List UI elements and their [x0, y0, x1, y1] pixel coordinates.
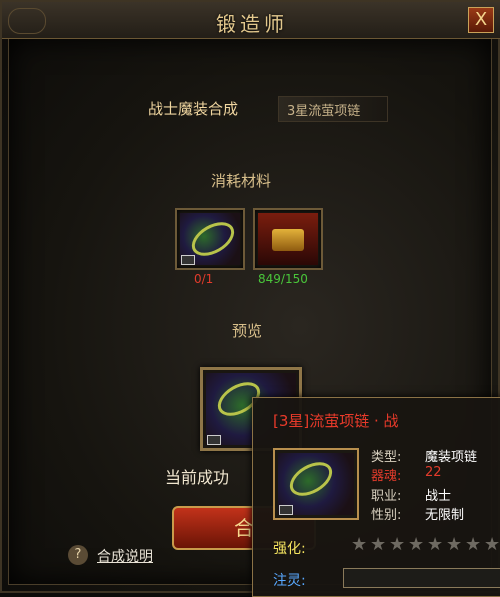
type-value: 魔装项链	[425, 450, 478, 465]
lock-icon	[181, 255, 195, 265]
gender-value: 无限制	[425, 508, 465, 523]
strengthen-star-icon: ★	[389, 534, 406, 555]
strengthen-star-icon: ★	[427, 534, 444, 555]
class-label: 职业:	[371, 489, 402, 504]
lock-icon	[279, 505, 293, 515]
strengthen-star-icon: ★	[370, 534, 387, 555]
material-count-2: 849/150	[258, 272, 308, 286]
gender-label: 性别:	[371, 508, 402, 523]
strengthen-star-icon: ★	[465, 534, 482, 555]
synthesis-label: 战士魔装合成	[148, 100, 239, 118]
class-value: 战士	[425, 489, 452, 504]
preview-header: 预览	[232, 322, 263, 340]
soul-value: 22	[425, 465, 442, 480]
spirit-label: 注灵:	[273, 573, 306, 589]
strengthen-star-icon: ★	[484, 534, 500, 555]
tooltip-title: [3星]流萤项链 · 战	[273, 412, 399, 430]
tooltip-item-slot	[273, 448, 359, 520]
strengthen-star-icon: ★	[351, 534, 368, 555]
material-count-1: 0/1	[194, 272, 214, 286]
forge-window: 锻造师 X 战士魔装合成 3星流萤项链 消耗材料 0/1 849/150 预览 …	[0, 0, 500, 597]
type-label: 类型:	[371, 450, 402, 465]
soul-label: 器魂:	[371, 469, 402, 484]
help-icon[interactable]: ?	[68, 545, 88, 565]
item-name-box: 3星流萤项链	[278, 96, 388, 122]
title-bar: 锻造师 X	[2, 2, 500, 39]
item-name: 3星流萤项链	[287, 104, 361, 119]
window-title: 锻造师	[216, 12, 288, 36]
spirit-bar	[343, 568, 500, 588]
strengthen-star-icon: ★	[408, 534, 425, 555]
scroll-icon	[258, 213, 318, 265]
material-slot-1[interactable]	[175, 208, 245, 270]
lock-icon	[207, 435, 221, 445]
strengthen-star-icon: ★	[446, 534, 463, 555]
success-rate-label: 当前成功	[165, 468, 230, 487]
close-button[interactable]: X	[468, 7, 494, 33]
strengthen-label: 强化:	[273, 541, 306, 557]
item-tooltip: [3星]流萤项链 · 战 类型: 魔装项链 器魂: 22 职业: 战士 性别: …	[252, 397, 500, 597]
material-slot-2[interactable]	[253, 208, 323, 270]
materials-header: 消耗材料	[211, 172, 272, 190]
help-link[interactable]: 合成说明	[97, 546, 153, 566]
